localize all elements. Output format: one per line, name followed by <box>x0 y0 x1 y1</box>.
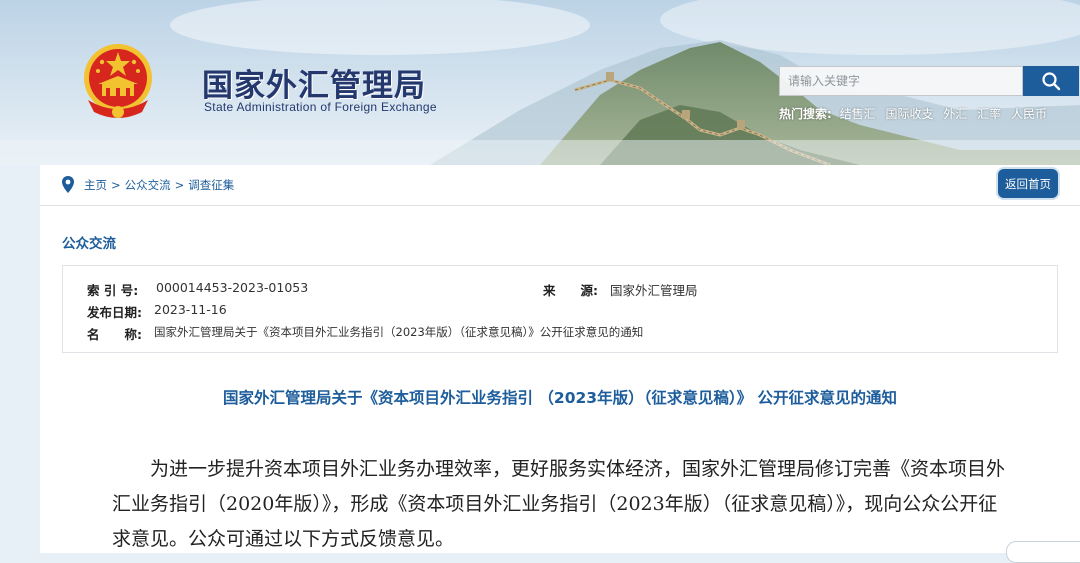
location-pin-icon <box>62 176 74 193</box>
section-title: 公众交流 <box>62 236 116 252</box>
breadcrumb-bar: 主页 > 公众交流 > 调查征集 返回首页 <box>40 165 1080 206</box>
breadcrumb: 主页 > 公众交流 > 调查征集 <box>84 177 234 193</box>
breadcrumb-separator: > <box>111 178 121 192</box>
site-name-en: State Administration of Foreign Exchange <box>204 100 437 114</box>
name-label: 名 称: <box>87 327 142 342</box>
search-icon <box>1042 72 1061 91</box>
search-box <box>779 66 1079 96</box>
hot-search-label: 热门搜索: <box>779 107 832 121</box>
index-value: 000014453-2023-01053 <box>156 280 309 295</box>
search-button[interactable] <box>1023 66 1079 96</box>
document-meta-panel: 索 引 号: 000014453-2023-01053 来 源: 国家外汇管理局… <box>62 265 1058 353</box>
floating-toolbar[interactable] <box>1006 541 1080 563</box>
hot-search: 热门搜索: 结售汇 国际收支 外汇 汇率 人民币 <box>779 105 1053 122</box>
hot-search-link[interactable]: 人民币 <box>1011 107 1047 121</box>
hot-search-link[interactable]: 外汇 <box>943 107 967 121</box>
hot-search-link[interactable]: 结售汇 <box>840 107 876 121</box>
source-value: 国家外汇管理局 <box>610 283 698 298</box>
notice-body: 为进一步提升资本项目外汇业务办理效率，更好服务实体经济，国家外汇管理局修订完善《… <box>112 458 1006 550</box>
source-label: 来 源: <box>543 283 598 298</box>
hot-search-link[interactable]: 国际收支 <box>885 107 933 121</box>
hot-search-link[interactable]: 汇率 <box>977 107 1001 121</box>
breadcrumb-public-exchange[interactable]: 公众交流 <box>125 178 171 192</box>
search-input[interactable] <box>779 66 1023 96</box>
breadcrumb-separator: > <box>174 178 185 192</box>
date-value: 2023-11-16 <box>154 302 227 317</box>
site-name-cn: 国家外汇管理局 <box>202 68 426 104</box>
index-label: 索 引 号: <box>87 283 139 298</box>
back-home-button[interactable]: 返回首页 <box>998 169 1058 198</box>
name-value: 国家外汇管理局关于《资本项目外汇业务指引（2023年版）（征求意见稿）》公开征求… <box>154 325 644 339</box>
date-label: 发布日期: <box>87 305 142 320</box>
breadcrumb-home[interactable]: 主页 <box>84 178 107 192</box>
main-content: 公众交流 索 引 号: 000014453-2023-01053 来 源: 国家… <box>40 206 1080 553</box>
national-emblem-icon <box>84 44 152 118</box>
notice-title: 国家外汇管理局关于《资本项目外汇业务指引 （2023年版）（征求意见稿）》 公开… <box>223 389 897 407</box>
breadcrumb-survey[interactable]: 调查征集 <box>188 178 234 192</box>
site-header: 国家外汇管理局 State Administration of Foreign … <box>0 0 1080 165</box>
